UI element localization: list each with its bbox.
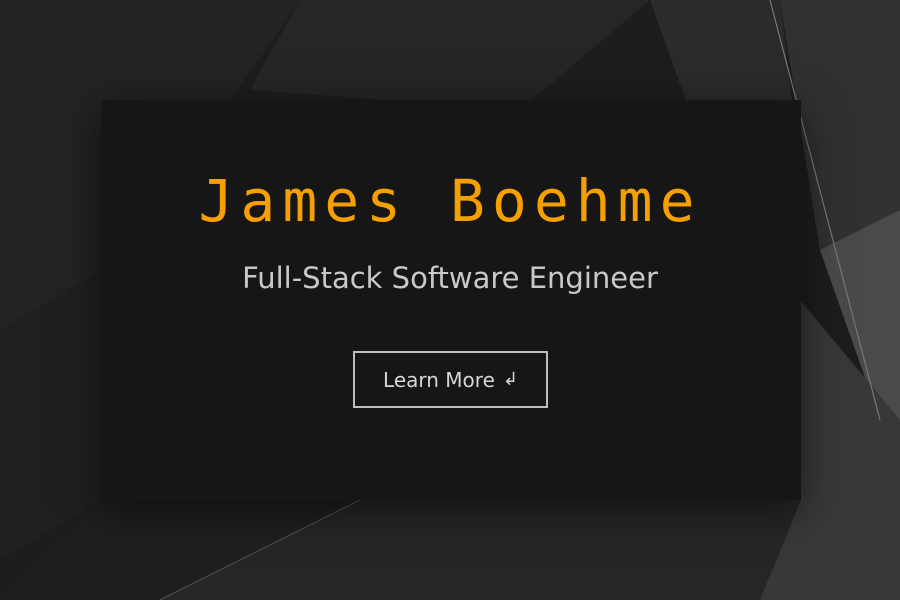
hero-card — [101, 100, 801, 500]
hero-name: James Boehme — [198, 167, 702, 235]
return-arrow-icon: ↲ — [502, 368, 518, 390]
page-background: James Boehme Full-Stack Software Enginee… — [0, 0, 900, 600]
hero-title: Full-Stack Software Engineer — [242, 261, 658, 295]
learn-more-label: Learn More — [383, 367, 495, 392]
learn-more-button[interactable]: Learn More ↲ — [353, 351, 548, 408]
